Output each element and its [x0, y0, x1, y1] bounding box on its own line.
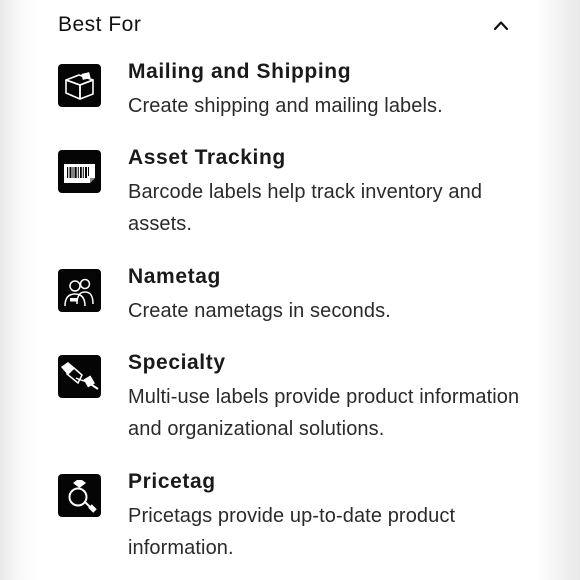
item-description: Multi-use labels provide product informa…	[128, 386, 520, 440]
item-title: Mailing and Shipping	[128, 60, 352, 83]
item-description: Barcode labels help track inventory and …	[128, 181, 483, 235]
best-for-panel: Best For Mailing and Shipping Create shi…	[38, 0, 538, 580]
item-title: Asset Tracking	[128, 146, 286, 169]
ring-pricetag-icon	[58, 474, 101, 517]
chevron-up-icon	[493, 21, 509, 31]
section-title: Best For	[58, 13, 142, 36]
item-description: Create nametags in seconds.	[128, 300, 391, 322]
hand-tag-icon	[58, 355, 101, 398]
item-description: Pricetags provide up-to-date product inf…	[128, 505, 456, 559]
item-description: Create shipping and mailing labels.	[128, 95, 443, 117]
page: Best For Mailing and Shipping Create shi…	[0, 0, 580, 580]
item-title: Nametag	[128, 265, 221, 288]
package-box-icon	[58, 64, 101, 107]
collapse-button[interactable]	[486, 12, 516, 42]
barcode-label-icon	[58, 150, 101, 193]
item-title: Pricetag	[128, 470, 216, 493]
best-for-header[interactable]: Best For	[58, 12, 518, 42]
item-title: Specialty	[128, 351, 226, 374]
people-nametag-icon	[58, 269, 101, 312]
